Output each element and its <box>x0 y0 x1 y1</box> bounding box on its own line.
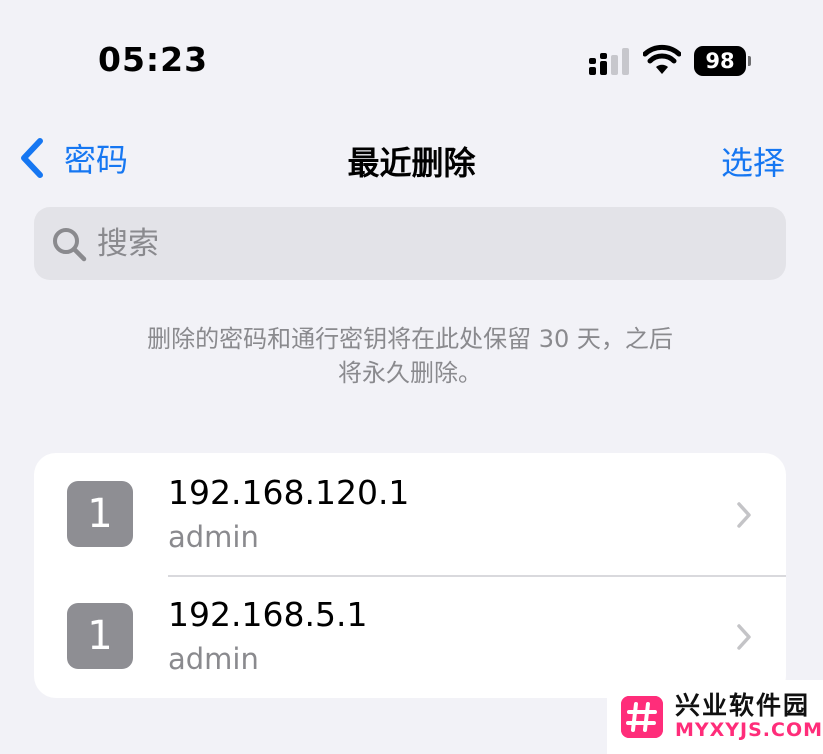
wifi-icon <box>643 44 681 74</box>
item-username: admin <box>168 642 259 676</box>
item-title: 192.168.120.1 <box>168 473 410 512</box>
item-username: admin <box>168 520 259 554</box>
info-text: 删除的密码和通行密钥将在此处保留 30 天，之后 将永久删除。 <box>90 322 730 390</box>
signal-icon <box>589 48 629 75</box>
status-time: 05:23 <box>98 40 209 79</box>
watermark-name: 兴业软件园 <box>674 690 810 720</box>
list-item[interactable]: 1 192.168.5.1 admin <box>34 575 786 697</box>
info-line-1: 删除的密码和通行密钥将在此处保留 30 天，之后 <box>147 325 673 353</box>
page-title: 最近删除 <box>347 144 476 182</box>
search-bar[interactable] <box>34 207 786 280</box>
search-icon <box>53 227 87 261</box>
watermark: 兴业软件园 MYXYJS.COM <box>607 680 823 754</box>
chevron-right-icon <box>737 624 751 650</box>
watermark-site: MYXYJS.COM <box>674 719 823 742</box>
battery-cap <box>748 56 751 66</box>
search-input[interactable] <box>95 224 699 263</box>
list-item[interactable]: 1 192.168.120.1 admin <box>34 453 786 577</box>
item-title: 192.168.5.1 <box>168 595 368 634</box>
info-line-2: 将永久删除。 <box>338 359 482 387</box>
site-icon: 1 <box>67 481 133 547</box>
hash-logo-icon <box>621 696 663 738</box>
select-button[interactable]: 选择 <box>721 138 785 184</box>
chevron-right-icon <box>737 502 751 528</box>
site-icon: 1 <box>67 603 133 669</box>
deleted-passwords-list: 1 192.168.120.1 admin 1 192.168.5.1 admi… <box>34 453 786 698</box>
battery-icon: 98 <box>694 46 746 76</box>
battery-level: 98 <box>705 49 735 73</box>
